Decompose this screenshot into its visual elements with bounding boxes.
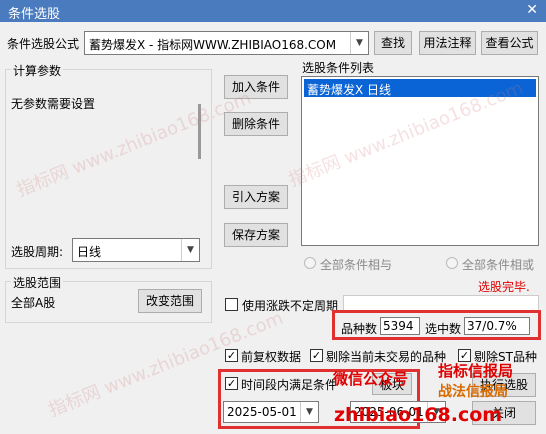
wechat-watermark: 微信公众号: [333, 370, 409, 388]
calc-params-legend: 计算参数: [11, 62, 64, 79]
condition-list-legend: 选股条件列表: [302, 61, 375, 75]
all-or-label: 全部条件相或: [462, 258, 535, 272]
list-item-label: 蓄势爆发X 日线: [307, 83, 392, 97]
all-or-radio[interactable]: [446, 257, 458, 269]
selected-label: 选中数: [425, 322, 462, 336]
close-icon[interactable]: ✕: [526, 2, 538, 18]
dynamic-period-checkbox[interactable]: [225, 298, 238, 311]
title-bar: 条件选股 ✕: [0, 0, 546, 22]
all-and-label: 全部条件相与: [320, 258, 393, 272]
view-formula-button[interactable]: 查看公式: [481, 31, 538, 55]
period-label: 选股周期:: [11, 245, 64, 259]
all-and-radio[interactable]: [304, 257, 316, 269]
period-value: 日线: [77, 245, 102, 259]
selected-value: 37/0.7%: [467, 319, 517, 333]
count-label: 品种数: [341, 322, 378, 336]
chevron-down-icon[interactable]: ▼: [350, 32, 368, 54]
period-select[interactable]: 日线 ▼: [72, 238, 200, 262]
exclude-untraded-label: 剔除当前未交易的品种: [326, 350, 447, 364]
slogan-watermark: 战法信报局: [438, 384, 508, 400]
no-params-text: 无参数需要设置: [11, 97, 96, 111]
formula-label: 条件选股公式: [7, 37, 80, 51]
count-field: 5394: [380, 317, 420, 335]
change-range-button[interactable]: 改变范围: [138, 289, 202, 313]
window-title: 条件选股: [8, 7, 61, 22]
count-value: 5394: [383, 319, 414, 333]
save-plan-button[interactable]: 保存方案: [224, 223, 288, 247]
url-watermark: zhibiao168.com: [334, 404, 503, 426]
chevron-down-icon[interactable]: ▼: [300, 402, 318, 422]
selected-field: 37/0.7%: [464, 317, 530, 335]
brand-watermark: 指标信报局: [438, 362, 514, 380]
formula-select[interactable]: 蓄势爆发X - 指标网WWW.ZHIBIAO168.COM ▼: [84, 31, 369, 55]
range-legend: 选股范围: [11, 274, 64, 291]
chevron-down-icon[interactable]: ▼: [181, 239, 199, 261]
start-date-value: 2025-05-01: [227, 405, 297, 419]
find-button[interactable]: 查找: [374, 31, 412, 55]
import-plan-button[interactable]: 引入方案: [224, 185, 288, 209]
formula-value: 蓄势爆发X - 指标网WWW.ZHIBIAO168.COM: [89, 38, 337, 52]
usage-button[interactable]: 用法注释: [419, 31, 476, 55]
prior-rights-label: 前复权数据: [241, 350, 302, 364]
start-date-picker[interactable]: 2025-05-01 ▼: [223, 401, 319, 423]
time-range-checkbox[interactable]: ✓: [225, 377, 238, 390]
period-input[interactable]: [343, 295, 539, 311]
range-value: 全部A股: [11, 296, 56, 310]
time-range-label: 时间段内满足条件: [241, 378, 338, 392]
exclude-untraded-checkbox[interactable]: ✓: [310, 349, 323, 362]
status-text: 选股完毕.: [478, 280, 530, 294]
